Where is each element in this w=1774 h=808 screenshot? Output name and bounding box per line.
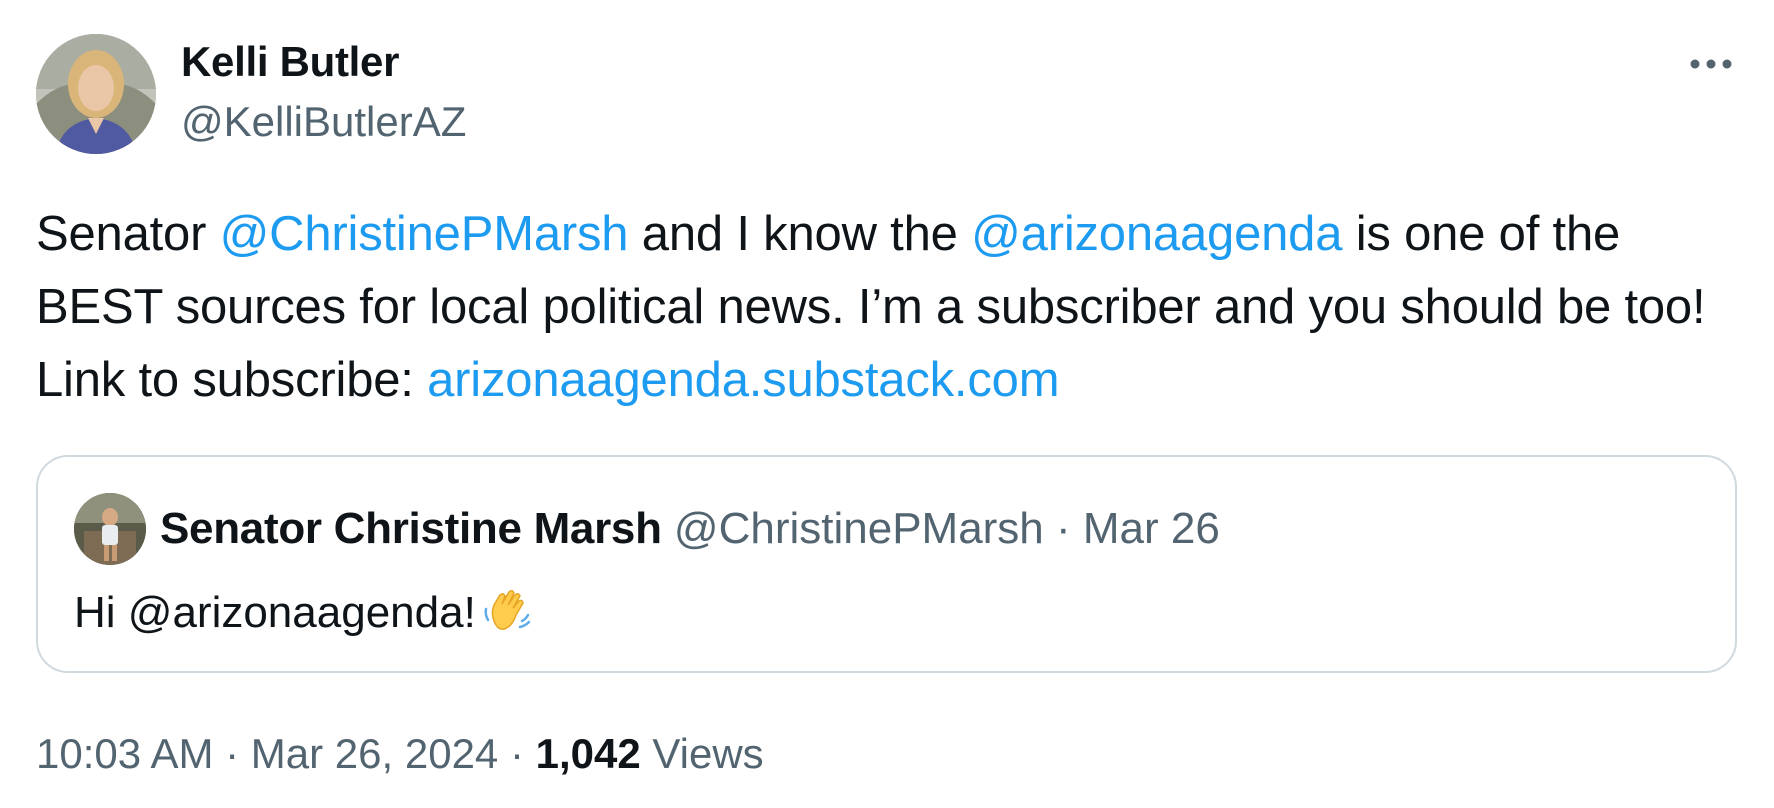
tweet-time[interactable]: 10:03 AM xyxy=(36,730,213,777)
quoted-author-handle[interactable]: @ChristinePMarsh xyxy=(674,504,1044,553)
quoted-author-avatar[interactable] xyxy=(74,493,146,565)
more-options-icon[interactable] xyxy=(1687,52,1735,76)
footer-separator: · xyxy=(498,730,536,777)
tweet-footer: 10:03 AM · Mar 26, 2024 · 1,042 Views xyxy=(36,727,1741,781)
tweet-text-segment: and I know the xyxy=(628,207,972,261)
quoted-text: Hi @arizonaagenda! xyxy=(74,588,476,637)
quoted-tweet-meta: Senator Christine Marsh @ChristinePMarsh… xyxy=(160,501,1220,557)
author-name[interactable]: Kelli Butler xyxy=(181,36,399,88)
waving-hand-icon xyxy=(482,585,532,649)
mention-arizonaagenda[interactable]: @arizonaagenda xyxy=(971,207,1342,261)
quoted-tweet[interactable]: Senator Christine Marsh @ChristinePMarsh… xyxy=(36,455,1737,673)
author-avatar[interactable] xyxy=(36,34,156,154)
footer-separator: · xyxy=(213,730,251,777)
tweet-header: Kelli Butler @KelliButlerAZ xyxy=(36,34,1741,154)
quoted-separator: · xyxy=(1043,504,1083,553)
tweet-date[interactable]: Mar 26, 2024 xyxy=(251,730,499,777)
mention-christinepmarsh[interactable]: @ChristinePMarsh xyxy=(220,207,629,261)
quoted-author-name[interactable]: Senator Christine Marsh xyxy=(160,504,662,553)
substack-link[interactable]: arizonaagenda.substack.com xyxy=(427,353,1059,407)
quoted-tweet-text: Hi @arizonaagenda! xyxy=(74,585,532,649)
tweet-text-segment: Senator xyxy=(36,207,220,261)
author-handle[interactable]: @KelliButlerAZ xyxy=(181,96,466,148)
tweet-text: Senator @ChristinePMarsh and I know the … xyxy=(36,198,1741,417)
tweet: Kelli Butler @KelliButlerAZ Senator @Chr… xyxy=(36,34,1741,781)
quoted-date[interactable]: Mar 26 xyxy=(1083,504,1220,553)
views-label: Views xyxy=(640,730,764,777)
views-count: 1,042 xyxy=(535,730,641,777)
